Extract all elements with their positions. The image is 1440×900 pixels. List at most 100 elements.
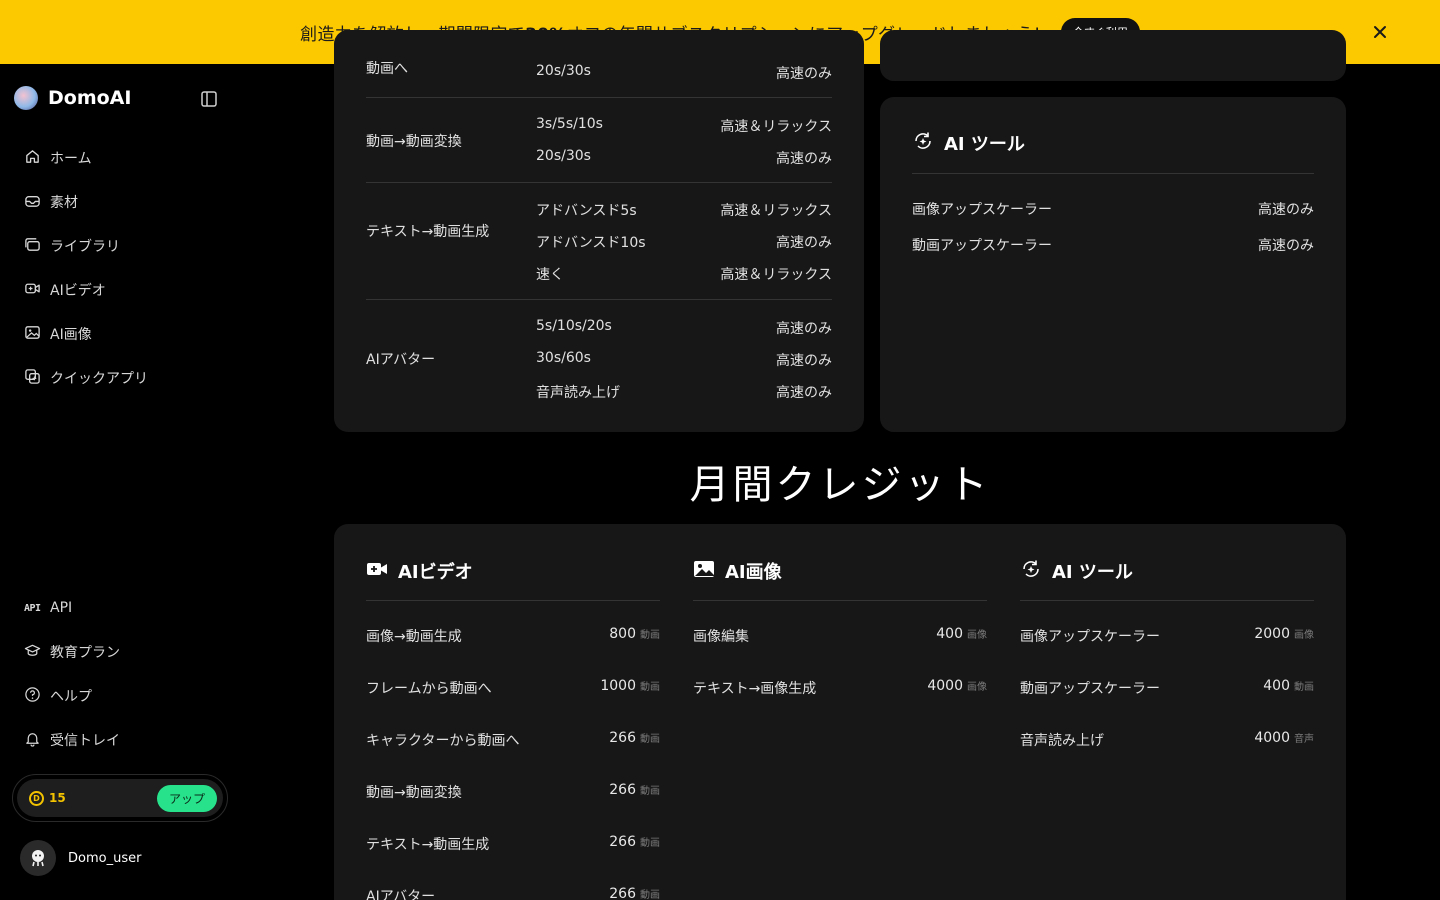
divider xyxy=(693,600,987,601)
sidebar-toggle-icon[interactable] xyxy=(200,90,218,108)
sidebar-item-label: ヘルプ xyxy=(50,689,92,705)
duration-label: 速く xyxy=(536,267,564,283)
speed-label: 高速＆リラックス xyxy=(720,203,832,219)
credit-count: 15 xyxy=(49,791,66,805)
column-header: AI ツール xyxy=(1020,558,1133,584)
sidebar-item-assets[interactable]: 素材 xyxy=(14,180,226,224)
sidebar-item-ai-image[interactable]: AI画像 xyxy=(14,312,226,356)
credit-item-value: 4000 音声 xyxy=(1254,730,1314,746)
column-title: AI ツール xyxy=(1052,562,1133,583)
sidebar-item-label: 素材 xyxy=(50,195,78,211)
coin-icon: D xyxy=(29,790,44,806)
help-icon xyxy=(24,686,41,707)
credit-item-value: 400 動画 xyxy=(1263,678,1314,694)
credits-widget: D 15 アップ xyxy=(12,774,228,822)
category-label: 動画→動画変換 xyxy=(366,134,462,150)
brand-logo xyxy=(14,86,38,110)
sidebar-item-label: ライブラリ xyxy=(50,239,120,255)
speed-label: 高速のみ xyxy=(776,321,832,337)
sidebar-item-label: AIビデオ xyxy=(50,283,106,299)
speed-label: 高速のみ xyxy=(776,385,832,401)
sidebar-item-inbox[interactable]: 受信トレイ xyxy=(14,718,226,762)
upgrade-button[interactable]: アップ xyxy=(156,784,217,812)
column-title: AI画像 xyxy=(725,562,782,583)
speed-label: 高速のみ xyxy=(776,151,832,167)
tool-name: 画像アップスケーラー xyxy=(912,202,1052,218)
section-title: 月間クレジット xyxy=(689,462,991,508)
sidebar-item-ai-video[interactable]: AIビデオ xyxy=(14,268,226,312)
speed-label: 高速のみ xyxy=(776,235,832,251)
sidebar-nav: ホーム 素材 ライブラリ AIビデオ AI画像 クイックアプリ xyxy=(14,136,226,400)
divider xyxy=(366,97,832,98)
sidebar-item-home[interactable]: ホーム xyxy=(14,136,226,180)
speed-label: 高速のみ xyxy=(1258,202,1314,218)
api-icon: API xyxy=(24,602,41,614)
speed-label: 高速のみ xyxy=(776,353,832,369)
credit-item-value: 800 動画 xyxy=(609,626,660,642)
duration-label: 音声読み上げ xyxy=(536,385,620,401)
column-title: AIビデオ xyxy=(398,562,473,583)
duration-label: 3s/5s/10s xyxy=(536,116,603,132)
column-header: AIビデオ xyxy=(366,558,473,584)
speed-label: 高速＆リラックス xyxy=(720,119,832,135)
sidebar-item-label: AI画像 xyxy=(50,327,92,343)
sidebar: DomoAI ホーム 素材 ライブラリ AIビデオ AI画像 クイックアプリ A… xyxy=(0,64,240,900)
home-icon xyxy=(24,148,41,169)
credit-item-value: 266 動画 xyxy=(609,834,660,850)
tool-name: 動画アップスケーラー xyxy=(912,238,1052,254)
credit-item-value: 266 動画 xyxy=(609,730,660,746)
speed-label: 高速のみ xyxy=(1258,238,1314,254)
image-icon xyxy=(24,324,41,345)
user-profile[interactable]: Domo_user xyxy=(20,840,141,876)
sidebar-item-help[interactable]: ヘルプ xyxy=(14,674,226,718)
divider xyxy=(366,182,832,183)
image-icon xyxy=(693,558,715,584)
library-icon xyxy=(24,236,41,257)
category-label: 動画へ xyxy=(366,61,408,77)
credit-item-value: 266 動画 xyxy=(609,886,660,900)
bell-icon xyxy=(24,730,41,751)
speed-table-card: 動画へ 20s/30s 高速のみ 動画→動画変換 3s/5s/10s 高速＆リラ… xyxy=(334,30,864,432)
duration-label: 20s/30s xyxy=(536,148,591,164)
sidebar-bottom-nav: API API 教育プラン ヘルプ 受信トレイ xyxy=(14,586,226,762)
graduation-cap-icon xyxy=(24,642,41,663)
sidebar-item-library[interactable]: ライブラリ xyxy=(14,224,226,268)
sidebar-item-quick-apps[interactable]: クイックアプリ xyxy=(14,356,226,400)
divider xyxy=(1020,600,1314,601)
sidebar-item-education[interactable]: 教育プラン xyxy=(14,630,226,674)
video-camera-icon xyxy=(24,280,41,301)
ai-tools-icon xyxy=(912,130,934,156)
divider xyxy=(366,299,832,300)
sidebar-item-label: API xyxy=(50,600,73,616)
sidebar-item-label: ホーム xyxy=(50,151,92,167)
ai-tools-speed-card: AI ツール 画像アップスケーラー 高速のみ 動画アップスケーラー 高速のみ xyxy=(880,97,1346,432)
divider xyxy=(912,173,1314,174)
assets-icon xyxy=(24,192,41,213)
sidebar-item-label: 教育プラン xyxy=(50,645,120,661)
sidebar-item-api[interactable]: API API xyxy=(14,586,226,630)
duration-label: 20s/30s xyxy=(536,63,591,79)
partial-card xyxy=(880,30,1346,81)
speed-label: 高速のみ xyxy=(776,66,832,82)
apps-icon xyxy=(24,368,41,389)
credit-item-value: 4000 画像 xyxy=(927,678,987,694)
credit-item-value: 1000 動画 xyxy=(600,678,660,694)
monthly-credits-card: AIビデオ 画像→動画生成 800 動画 フレームから動画へ 1000 動画 キャラ… xyxy=(334,524,1346,900)
category-label: AIアバター xyxy=(366,352,436,368)
duration-label: アドバンスド5s xyxy=(536,203,637,219)
category-label: テキスト→動画生成 xyxy=(366,224,490,240)
speed-label: 高速＆リラックス xyxy=(720,267,832,283)
column-header: AI画像 xyxy=(693,558,782,584)
video-camera-icon xyxy=(366,558,388,584)
brand[interactable]: DomoAI xyxy=(14,86,131,110)
duration-label: 30s/60s xyxy=(536,350,591,366)
duration-label: アドバンスド10s xyxy=(536,235,646,251)
credit-item-value: 2000 画像 xyxy=(1254,626,1314,642)
avatar xyxy=(20,840,56,876)
sidebar-item-label: 受信トレイ xyxy=(50,733,120,749)
close-icon[interactable] xyxy=(1368,20,1392,44)
card-title: AI ツール xyxy=(944,134,1025,155)
divider xyxy=(366,600,660,601)
ai-tools-icon xyxy=(1020,558,1042,584)
user-name: Domo_user xyxy=(68,850,142,866)
